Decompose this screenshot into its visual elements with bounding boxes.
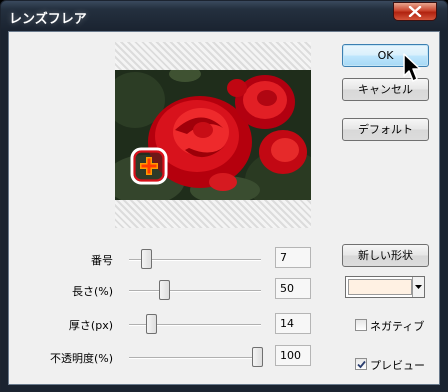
- close-icon: [408, 6, 422, 17]
- preview-label[interactable]: プレビュー: [370, 357, 425, 373]
- slider-label-thickness: 厚さ(px): [68, 319, 113, 332]
- title-bar[interactable]: レンズフレア: [1, 1, 447, 31]
- flare-color-selector[interactable]: [345, 276, 425, 298]
- slider-track-opacity[interactable]: [129, 357, 261, 359]
- color-dropdown-button[interactable]: [412, 277, 424, 297]
- dialog-body: OK キャンセル デフォルト 新しい形状 番号 7 長さ(%) 50 厚さ(px…: [8, 31, 440, 385]
- preview-checkbox[interactable]: [355, 358, 367, 370]
- slider-label-number: 番号: [91, 254, 113, 267]
- new-shape-button[interactable]: 新しい形状: [342, 244, 429, 267]
- preview-image[interactable]: [115, 70, 311, 200]
- default-button[interactable]: デフォルト: [342, 118, 429, 141]
- mouse-pointer-icon: [403, 53, 421, 82]
- close-button[interactable]: [393, 2, 437, 21]
- slider-track-length[interactable]: [129, 290, 261, 292]
- value-field-thickness[interactable]: 14: [275, 313, 311, 334]
- preview-area: [115, 42, 311, 228]
- dropdown-arrow-icon: [415, 285, 422, 289]
- slider-label-opacity: 不透明度(%): [49, 352, 113, 365]
- negative-checkbox[interactable]: [355, 319, 367, 331]
- slider-thumb-length[interactable]: [159, 280, 170, 300]
- color-swatch: [348, 279, 412, 295]
- negative-label[interactable]: ネガティブ: [370, 318, 424, 334]
- flare-center-icon[interactable]: [129, 146, 169, 186]
- value-field-length[interactable]: 50: [275, 278, 311, 299]
- lens-flare-dialog: レンズフレア OK キャンセル デフォルト 新しい形状 番号 7 長さ(%) 5…: [0, 0, 448, 392]
- window-title: レンズフレア: [9, 12, 87, 27]
- slider-label-length: 長さ(%): [71, 285, 113, 298]
- value-field-opacity[interactable]: 100: [275, 345, 311, 366]
- slider-thumb-opacity[interactable]: [252, 347, 263, 367]
- slider-thumb-thickness[interactable]: [146, 314, 157, 334]
- checkmark-icon: [357, 360, 366, 369]
- slider-thumb-number[interactable]: [141, 249, 152, 269]
- value-field-number[interactable]: 7: [275, 247, 311, 268]
